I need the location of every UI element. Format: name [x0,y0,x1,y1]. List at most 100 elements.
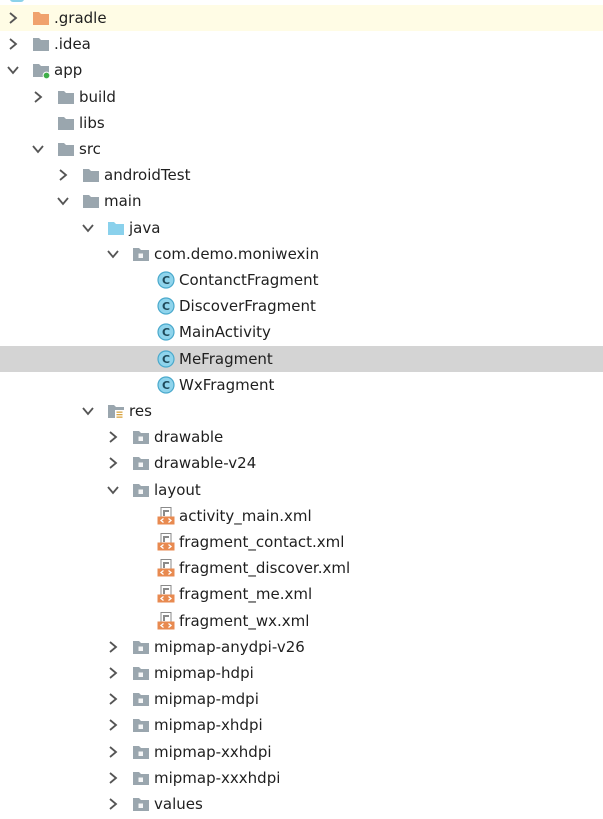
xml-file-icon [156,506,176,526]
svg-text:C: C [162,353,170,366]
java-class-icon: C [156,375,176,395]
tree-item-label: libs [79,113,105,132]
tree-item-label: main [104,192,142,211]
tree-item-mipmap-xxhdpi[interactable]: mipmap-xxhdpi [0,739,603,765]
tree-item-com-demo-moniwexin[interactable]: com.demo.moniwexin [0,241,603,267]
folder-icon [81,191,101,211]
tree-item-contanctfragment[interactable]: C ContanctFragment [0,267,603,293]
svg-text:C: C [162,379,170,392]
tree-item-activity-main-xml[interactable]: activity_main.xml [0,503,603,529]
tree-item-idea[interactable]: .idea [0,31,603,57]
java-class-icon: C [156,349,176,369]
tree-item-drawable-v24[interactable]: drawable-v24 [0,450,603,476]
folder-icon [81,165,101,185]
tree-item-label: DiscoverFragment [179,297,316,316]
tree-item-layout[interactable]: layout [0,477,603,503]
tree-item-label: androidTest [104,166,191,185]
tree-item-mipmap-xhdpi[interactable]: mipmap-xhdpi [0,712,603,738]
chevron-right-icon[interactable] [106,770,120,786]
tree-item-label: mipmap-mdpi [154,690,259,709]
tree-item-java[interactable]: java [0,215,603,241]
chevron-right-icon[interactable] [6,36,20,52]
chevron-right-icon[interactable] [106,665,120,681]
tree-item-fragment-wx-xml[interactable]: fragment_wx.xml [0,608,603,634]
tree-item-build[interactable]: build [0,84,603,110]
folder-icon [56,139,76,159]
chevron-right-icon[interactable] [106,691,120,707]
chevron-right-icon[interactable] [106,455,120,471]
chevron-right-icon[interactable] [106,796,120,812]
tree-item-label: mipmap-xxxhdpi [154,768,281,787]
tree-item-label: activity_main.xml [179,506,312,525]
tree-item-mipmap-xxxhdpi[interactable]: mipmap-xxxhdpi [0,765,603,791]
xml-file-icon [156,532,176,552]
chevron-right-icon[interactable] [106,639,120,655]
java-class-icon: C [156,270,176,290]
tree-item-wxfragment[interactable]: C WxFragment [0,372,603,398]
package-folder-icon [131,742,151,762]
chevron-down-icon[interactable] [81,403,95,419]
package-folder-icon [131,453,151,473]
resource-folder-icon [106,401,126,421]
svg-text:C: C [162,274,170,287]
java-class-icon: C [156,296,176,316]
tree-item-label: fragment_contact.xml [179,533,345,551]
folder-icon [56,87,76,107]
tree-item-label: fragment_me.xml [179,585,313,604]
package-folder-icon [131,768,151,788]
chevron-right-icon[interactable] [56,167,70,183]
tree-item-label: .gradle [54,9,107,27]
tree-item-label: WxFragment [179,375,275,394]
tree-item-drawable[interactable]: drawable [0,424,603,450]
tree-item-res[interactable]: res [0,398,603,424]
chevron-right-icon[interactable] [106,744,120,760]
tree-item-mipmap-anydpi-v26[interactable]: mipmap-anydpi-v26 [0,634,603,660]
tree-item-label: build [79,87,116,106]
chevron-right-icon[interactable] [31,89,45,105]
tree-item-androidtest[interactable]: androidTest [0,162,603,188]
tree-item-mipmap-hdpi[interactable]: mipmap-hdpi [0,660,603,686]
tree-item-label: .idea [54,35,91,54]
project-tree: .gradle .idea app build libs src androidTest ma… [0,0,603,819]
chevron-down-icon[interactable] [6,62,20,78]
tree-item-fragment-contact-xml[interactable]: fragment_contact.xml [0,529,603,555]
chevron-down-icon[interactable] [106,482,120,498]
tree-item-fragment-me-xml[interactable]: fragment_me.xml [0,581,603,607]
package-folder-icon [131,244,151,264]
tree-item-mipmap-mdpi[interactable]: mipmap-mdpi [0,686,603,712]
chevron-down-icon[interactable] [56,193,70,209]
package-folder-icon [131,663,151,683]
tree-item-src[interactable]: src [0,136,603,162]
folder-icon [31,34,51,54]
tree-item-label: src [79,140,101,158]
tree-item-fragment-discover-xml[interactable]: fragment_discover.xml [0,555,603,581]
module-folder-icon [31,60,51,80]
tree-item-libs[interactable]: libs [0,110,603,136]
tree-item-label: mipmap-hdpi [154,664,254,682]
chevron-down-icon[interactable] [106,246,120,262]
tree-item-label: drawable [154,428,224,447]
tree-item-label: fragment_wx.xml [179,611,310,630]
chevron-down-icon[interactable] [31,141,45,157]
svg-text:C: C [162,300,170,313]
tree-item-mefragment[interactable]: C MeFragment [0,345,603,372]
chevron-down-icon[interactable] [81,220,95,236]
source-folder-icon [106,218,126,238]
tree-item-main[interactable]: main [0,188,603,214]
folder-icon [56,113,76,133]
chevron-right-icon[interactable] [106,717,120,733]
tree-item-label: layout [154,480,201,499]
tree-item-label: mipmap-xxhdpi [154,742,272,761]
tree-item-label: res [129,402,152,420]
tree-item-discoverfragment[interactable]: C DiscoverFragment [0,293,603,319]
tree-item-values[interactable]: values [0,791,603,817]
chevron-right-icon[interactable] [6,10,20,26]
tree-item-label: ContanctFragment [179,271,319,289]
package-folder-icon [131,480,151,500]
tree-item-app[interactable]: app [0,57,603,83]
chevron-right-icon[interactable] [106,429,120,445]
tree-item-label: mipmap-anydpi-v26 [154,637,305,656]
tree-item-mainactivity[interactable]: C MainActivity [0,319,603,345]
tree-item-gradle[interactable]: .gradle [0,5,603,31]
tree-item-label: MeFragment [179,349,273,368]
